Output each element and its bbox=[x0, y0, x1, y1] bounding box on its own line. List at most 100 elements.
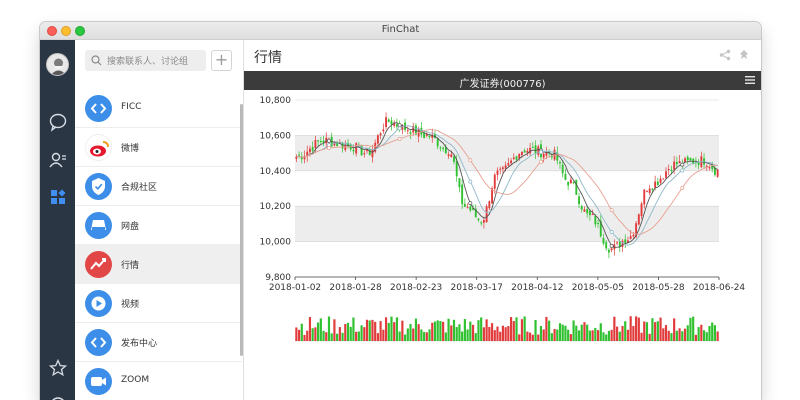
candle-body bbox=[442, 147, 445, 149]
search-input[interactable]: 搜索联系人、讨论组 bbox=[107, 54, 188, 67]
volume-bar bbox=[624, 321, 627, 341]
volume-bar bbox=[322, 330, 325, 341]
volume-bar bbox=[673, 318, 676, 341]
volume-bar bbox=[602, 332, 605, 341]
candle-body bbox=[632, 234, 635, 237]
star-icon[interactable] bbox=[48, 358, 68, 378]
list-item-shield[interactable]: 合规社区 bbox=[75, 167, 242, 206]
volume-bar bbox=[382, 329, 385, 341]
candle-body bbox=[654, 181, 657, 188]
candle-body bbox=[499, 168, 502, 170]
volume-bar bbox=[675, 330, 678, 341]
candle-body bbox=[466, 207, 469, 209]
candle-body bbox=[591, 214, 594, 216]
volume-bar bbox=[344, 323, 347, 341]
candle-body bbox=[531, 146, 534, 148]
candle-body bbox=[523, 150, 526, 153]
x-tick-label: 2018-01-28 bbox=[329, 283, 382, 293]
volume-bar bbox=[439, 321, 442, 341]
volume-bar bbox=[643, 321, 646, 341]
candle-body bbox=[507, 163, 510, 166]
candle-body bbox=[578, 196, 580, 205]
shield-icon bbox=[85, 173, 112, 200]
candle-body bbox=[716, 169, 719, 177]
candle-body bbox=[588, 210, 591, 216]
candle-body bbox=[455, 160, 458, 177]
volume-bar bbox=[681, 331, 684, 341]
trend-icon bbox=[85, 251, 112, 278]
candle-body bbox=[463, 203, 466, 207]
candle-body bbox=[436, 138, 439, 147]
ma5-line-marker bbox=[397, 123, 402, 128]
candle-body bbox=[485, 206, 488, 223]
volume-bar bbox=[450, 325, 453, 341]
list-scrollbar[interactable] bbox=[240, 104, 243, 356]
avatar[interactable] bbox=[46, 53, 69, 76]
list-item-camera[interactable]: ZOOM bbox=[75, 362, 242, 400]
apps-icon[interactable] bbox=[48, 187, 68, 207]
search-box[interactable]: 搜索联系人、讨论组 bbox=[85, 50, 206, 71]
candle-body bbox=[643, 189, 646, 205]
ma20-line-marker bbox=[539, 159, 543, 164]
volume-bar bbox=[529, 332, 532, 341]
share-icon[interactable] bbox=[719, 49, 731, 61]
y-tick-label: 10,400 bbox=[260, 167, 292, 177]
volume-bar bbox=[626, 329, 630, 341]
volume-bar bbox=[697, 327, 700, 341]
candle-body bbox=[583, 209, 586, 212]
volume-bar bbox=[330, 333, 333, 341]
volume-bar bbox=[496, 326, 499, 341]
candle-body bbox=[512, 157, 515, 159]
volume-bar bbox=[485, 319, 488, 341]
volume-bar bbox=[319, 318, 322, 341]
y-tick-label: 10,600 bbox=[260, 131, 292, 141]
x-tick-label: 2018-05-05 bbox=[572, 283, 624, 293]
candle-body bbox=[363, 153, 366, 155]
volume-bar bbox=[526, 331, 529, 341]
candle-body bbox=[640, 203, 643, 217]
volume-bar bbox=[594, 327, 597, 341]
volume-bar bbox=[501, 325, 505, 341]
candle-body bbox=[605, 242, 608, 249]
volume-bar bbox=[371, 319, 374, 341]
volume-bar bbox=[548, 320, 551, 341]
volume-bar bbox=[297, 329, 301, 341]
list-item-weibo[interactable]: 微博 bbox=[75, 128, 242, 167]
chat-icon[interactable] bbox=[48, 112, 68, 132]
list-item-play[interactable]: 视频 bbox=[75, 284, 242, 323]
list-item-trend[interactable]: 行情 bbox=[75, 245, 242, 284]
volume-bar bbox=[596, 330, 600, 341]
candle-body bbox=[580, 206, 583, 210]
check-circle-icon[interactable] bbox=[48, 395, 68, 400]
volume-bar bbox=[395, 317, 399, 341]
volume-bar bbox=[357, 331, 360, 341]
ma10-line-marker bbox=[539, 150, 543, 155]
list-item-publish[interactable]: 发布中心 bbox=[75, 323, 242, 362]
volume-bar bbox=[458, 324, 461, 341]
list-item-code[interactable]: FICC bbox=[75, 89, 242, 128]
ma5-line-marker bbox=[468, 201, 473, 206]
ma5-line-marker bbox=[327, 138, 331, 143]
candle-body bbox=[453, 156, 455, 162]
volume-bar bbox=[387, 322, 390, 341]
volume-bar bbox=[716, 331, 719, 341]
candle-body bbox=[308, 148, 311, 153]
list-item-disk[interactable]: 网盘 bbox=[75, 206, 242, 245]
add-button[interactable]: + bbox=[211, 50, 232, 71]
volume-bar bbox=[442, 321, 445, 341]
volume-bar bbox=[428, 329, 431, 341]
candle-body bbox=[616, 242, 619, 244]
title-bar: FinChat bbox=[40, 22, 761, 40]
volume-bar bbox=[640, 332, 643, 341]
candle-body bbox=[564, 173, 567, 180]
volume-bar bbox=[504, 327, 507, 341]
pin-icon[interactable] bbox=[738, 49, 750, 61]
y-tick-label: 10,800 bbox=[260, 96, 292, 106]
candle-body bbox=[317, 140, 320, 142]
volume-bar bbox=[325, 332, 328, 341]
menu-icon[interactable] bbox=[745, 75, 755, 85]
ma5-line-marker bbox=[680, 162, 685, 167]
candle-body bbox=[637, 214, 640, 225]
contacts-icon[interactable] bbox=[48, 150, 68, 170]
candle-body bbox=[482, 220, 485, 223]
